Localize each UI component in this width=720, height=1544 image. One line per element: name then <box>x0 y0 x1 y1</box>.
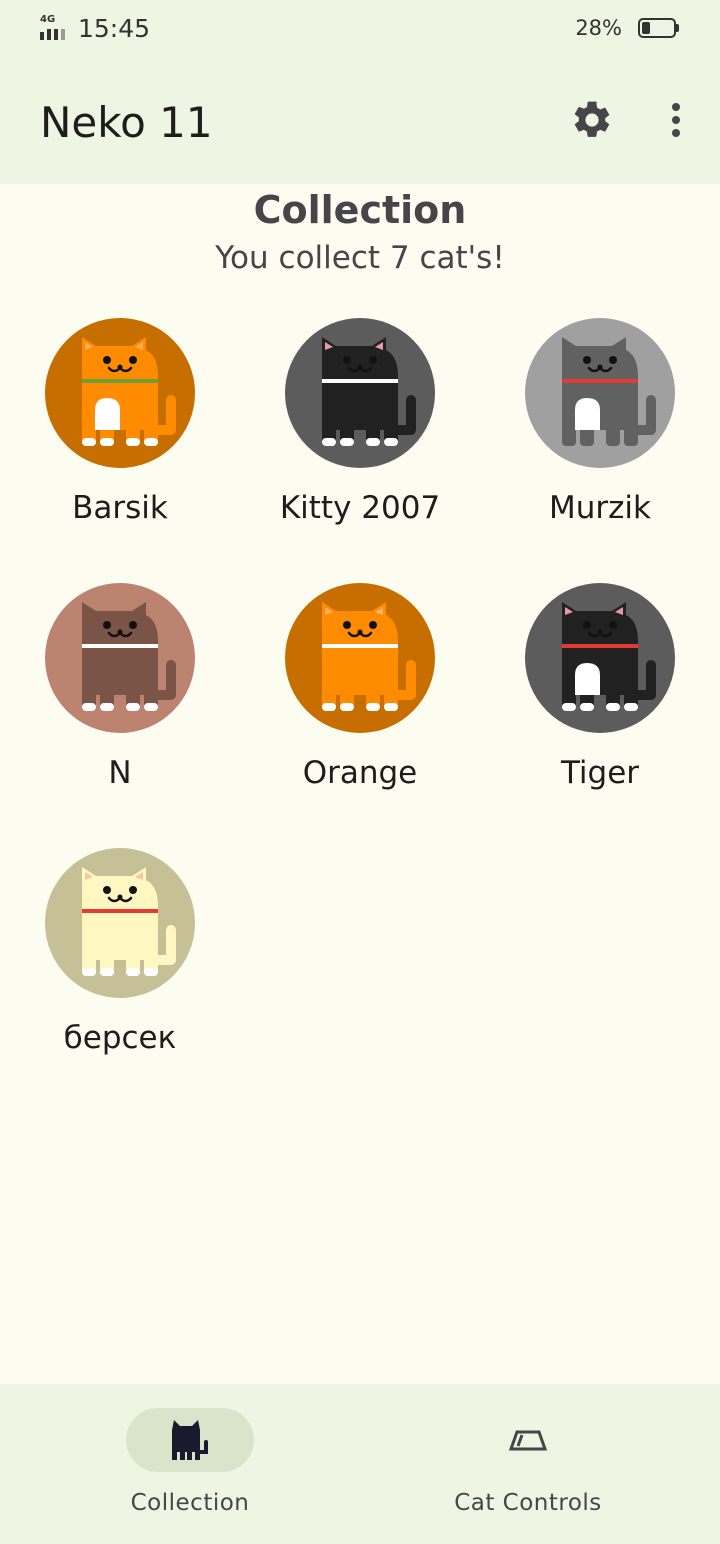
collection-title: Collection <box>253 188 467 232</box>
cat-icon <box>45 318 195 468</box>
cat-card[interactable]: Kitty 2007 <box>260 318 460 568</box>
cat-icon <box>285 318 435 468</box>
cat-icon <box>525 583 675 733</box>
cat-name: Kitty 2007 <box>279 490 441 526</box>
cat-card[interactable]: Tiger <box>500 583 700 833</box>
cat-avatar <box>525 318 675 468</box>
cat-avatar <box>285 583 435 733</box>
cat-name: Tiger <box>560 755 640 791</box>
nav-item-cat-controls[interactable]: Cat Controls <box>388 1384 668 1544</box>
cat-card[interactable]: Barsik <box>20 318 220 568</box>
battery-icon <box>638 18 679 38</box>
collection-count: You collect 7 cat's! <box>215 240 505 276</box>
signal-icon: 4G <box>40 14 70 40</box>
app-bar: Neko 11 <box>0 60 720 184</box>
nav-label-collection: Collection <box>130 1490 250 1516</box>
bottom-navigation: Collection Cat Controls <box>0 1384 720 1544</box>
settings-button[interactable] <box>566 94 618 146</box>
more-options-button[interactable] <box>658 94 694 146</box>
cat-card[interactable]: берсек <box>20 848 220 1098</box>
cat-avatar <box>525 583 675 733</box>
nav-item-collection[interactable]: Collection <box>50 1384 330 1544</box>
app-title: Neko 11 <box>40 98 213 147</box>
cat-card[interactable]: Murzik <box>500 318 700 568</box>
cat-name: Orange <box>302 755 418 791</box>
cat-card[interactable]: N <box>20 583 220 833</box>
nav-label-cat-controls: Cat Controls <box>454 1490 602 1516</box>
cat-avatar <box>45 848 195 998</box>
cat-avatar <box>45 583 195 733</box>
status-bar: 4G 15:45 28% <box>0 0 720 60</box>
cat-name: берсек <box>63 1020 177 1056</box>
cat-name: Murzik <box>549 490 651 526</box>
cat-icon <box>525 318 675 468</box>
cat-icon <box>285 583 435 733</box>
gear-icon <box>574 101 610 137</box>
nav-active-indicator <box>126 1408 254 1472</box>
cat-name: Barsik <box>72 490 168 526</box>
cat-name: N <box>108 755 132 791</box>
more-vertical-icon <box>672 103 680 137</box>
clock: 15:45 <box>78 14 151 43</box>
cat-icon <box>45 848 195 998</box>
cat-avatar <box>285 318 435 468</box>
battery-percent: 28% <box>575 16 622 40</box>
cat-card[interactable]: Orange <box>260 583 460 833</box>
cat-icon <box>45 583 195 733</box>
network-type: 4G <box>40 14 56 25</box>
nav-pill-cat-controls <box>464 1408 592 1472</box>
food-bowl-icon <box>508 1430 548 1451</box>
cat-avatar <box>45 318 195 468</box>
cat-icon <box>172 1420 208 1460</box>
